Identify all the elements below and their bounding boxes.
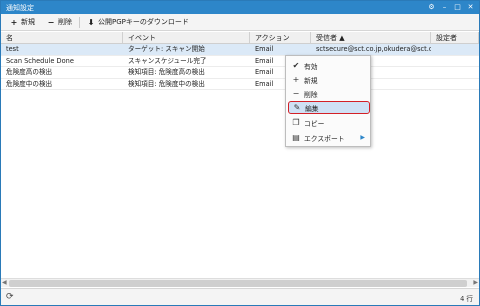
table-row[interactable]: Scan Schedule Done スキャンスケジュール完了 Email bbox=[1, 56, 479, 67]
row-count: 4 行 bbox=[460, 295, 473, 303]
menu-item-delete[interactable]: − 削除 bbox=[288, 87, 370, 100]
new-button[interactable]: + 新規 bbox=[5, 16, 40, 29]
toolbar-separator bbox=[79, 16, 80, 28]
cell-action: Email bbox=[255, 45, 274, 53]
cell-name: 危険度高の検出 bbox=[6, 68, 53, 76]
scroll-right-icon[interactable]: ▶ bbox=[473, 279, 478, 286]
notification-table: 名 イベント アクション 受信者 ▲ 設定者 test ターゲット: スキャン開… bbox=[1, 32, 479, 90]
copy-icon: ❐ bbox=[292, 118, 300, 127]
horizontal-scrollbar[interactable]: ◀ ▶ bbox=[1, 278, 479, 287]
plus-icon: + bbox=[10, 17, 18, 27]
download-pgp-key-button[interactable]: ⬇ 公開PGPキーのダウンロード bbox=[82, 16, 194, 29]
cell-recipient: sctsecure@sct.co.jp,okudera@sct.c... bbox=[316, 45, 431, 53]
cell-configured-by bbox=[431, 56, 479, 67]
minimize-icon[interactable]: – bbox=[440, 2, 449, 12]
minus-icon: − bbox=[47, 17, 55, 27]
submenu-arrow-icon: ▶ bbox=[360, 134, 365, 141]
new-button-label: 新規 bbox=[21, 18, 35, 26]
column-header-configured-by[interactable]: 設定者 bbox=[431, 32, 479, 43]
menu-item-label: 削除 bbox=[304, 90, 318, 99]
toolbar: + 新規 − 削除 ⬇ 公開PGPキーのダウンロード bbox=[1, 14, 479, 31]
check-icon: ✔ bbox=[292, 61, 300, 70]
download-icon: ⬇ bbox=[87, 17, 95, 27]
cell-event: スキャンスケジュール完了 bbox=[128, 56, 207, 65]
cell-name: Scan Schedule Done bbox=[6, 56, 74, 65]
cell-configured-by bbox=[431, 79, 479, 90]
menu-item-label: コピー bbox=[304, 119, 325, 128]
column-header-action[interactable]: アクション bbox=[250, 32, 311, 43]
cell-event: 検知項目: 危険度高の検出 bbox=[128, 68, 205, 76]
minus-icon: − bbox=[292, 89, 300, 98]
menu-item-new[interactable]: + 新規 bbox=[288, 73, 370, 86]
table-row[interactable]: test ターゲット: スキャン開始 Email sctsecure@sct.c… bbox=[1, 44, 479, 56]
table-header: 名 イベント アクション 受信者 ▲ 設定者 bbox=[1, 32, 479, 44]
scrollbar-thumb[interactable] bbox=[9, 280, 467, 287]
menu-item-label: 有効 bbox=[304, 62, 318, 71]
delete-button-label: 削除 bbox=[58, 18, 72, 26]
context-menu: ✔ 有効 + 新規 − 削除 ✎ 編集 ❐ コピー ▤ エクスポート ▶ bbox=[285, 55, 371, 147]
refresh-icon[interactable]: ⟳ bbox=[6, 292, 14, 302]
menu-item-label: 編集 bbox=[305, 104, 319, 113]
settings-icon[interactable]: ⚙ bbox=[427, 2, 436, 12]
column-header-event[interactable]: イベント bbox=[123, 32, 250, 43]
cell-name: test bbox=[6, 45, 19, 53]
cell-configured-by bbox=[431, 44, 479, 55]
pencil-icon: ✎ bbox=[293, 103, 301, 112]
maximize-icon[interactable]: □ bbox=[453, 2, 462, 12]
cell-name: 危険度中の検出 bbox=[6, 79, 53, 88]
menu-item-label: 新規 bbox=[304, 76, 318, 85]
menu-item-copy[interactable]: ❐ コピー bbox=[288, 116, 370, 129]
title-bar[interactable]: 通知設定 ⚙ – □ ✕ bbox=[1, 1, 479, 14]
menu-item-enable[interactable]: ✔ 有効 bbox=[288, 59, 370, 72]
menu-item-label: エクスポート bbox=[304, 134, 345, 143]
cell-event: ターゲット: スキャン開始 bbox=[128, 45, 205, 53]
notification-settings-window: 通知設定 ⚙ – □ ✕ + 新規 − 削除 ⬇ 公開PGPキーのダウンロード … bbox=[0, 0, 480, 306]
menu-item-export[interactable]: ▤ エクスポート ▶ bbox=[288, 131, 370, 144]
table-row[interactable]: 危険度高の検出 検知項目: 危険度高の検出 Email bbox=[1, 67, 479, 79]
column-header-name[interactable]: 名 bbox=[1, 32, 123, 43]
column-header-recipient[interactable]: 受信者 ▲ bbox=[311, 32, 431, 43]
window-title: 通知設定 bbox=[6, 3, 34, 12]
plus-icon: + bbox=[292, 75, 300, 84]
cell-event: 検知項目: 危険度中の検出 bbox=[128, 79, 205, 88]
close-icon[interactable]: ✕ bbox=[466, 2, 475, 12]
delete-button[interactable]: − 削除 bbox=[42, 16, 77, 29]
download-pgp-key-label: 公開PGPキーのダウンロード bbox=[98, 18, 189, 26]
status-bar: ⟳ 4 行 bbox=[1, 288, 479, 305]
menu-item-edit[interactable]: ✎ 編集 bbox=[288, 101, 370, 114]
table-row[interactable]: 危険度中の検出 検知項目: 危険度中の検出 Email bbox=[1, 79, 479, 90]
cell-configured-by bbox=[431, 67, 479, 78]
scroll-left-icon[interactable]: ◀ bbox=[2, 279, 7, 286]
printer-icon: ▤ bbox=[292, 133, 300, 142]
